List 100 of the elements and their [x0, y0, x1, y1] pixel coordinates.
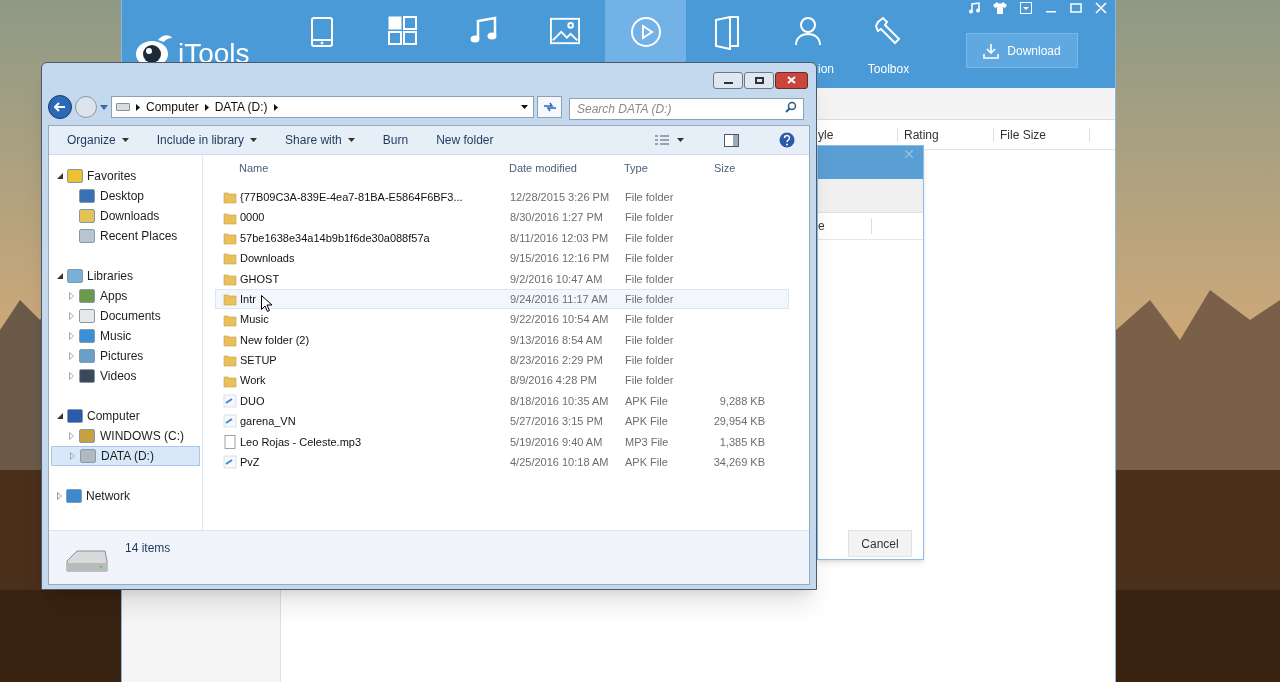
- nav-tab[interactable]: [605, 0, 686, 62]
- tree-item[interactable]: Music: [51, 326, 200, 346]
- date-modified: 9/2/2016 10:47 AM: [510, 271, 604, 287]
- collapsed-arrow-icon[interactable]: [69, 312, 74, 320]
- breadcrumb[interactable]: DATA (D:): [214, 98, 268, 116]
- file-type: APK File: [625, 414, 669, 430]
- column-header[interactable]: e: [818, 218, 872, 234]
- file-row[interactable]: Music 9/22/2016 10:54 AM File folder: [215, 309, 789, 330]
- person-icon: [792, 16, 823, 46]
- tree-item[interactable]: Network: [49, 486, 202, 506]
- column-header[interactable]: Date modified: [509, 160, 624, 177]
- tree-item[interactable]: DATA (D:): [51, 446, 200, 466]
- file-row[interactable]: New folder (2) 9/13/2016 8:54 AM File folder: [215, 329, 789, 351]
- tree-item[interactable]: Documents: [51, 306, 200, 326]
- folder-icon: [223, 271, 237, 286]
- file-row[interactable]: 57be1638e34a14b9b1f6de30a088f57a 8/11/2016 12:03 PM File folder: [215, 227, 789, 249]
- breadcrumb-arrow-icon[interactable]: [136, 103, 140, 111]
- back-button[interactable]: [48, 95, 72, 119]
- maximize-button[interactable]: [744, 71, 774, 89]
- file-name: 0000: [240, 211, 265, 224]
- mouse-cursor-icon: [261, 295, 272, 312]
- refresh-button[interactable]: [537, 96, 562, 118]
- back-arrow-icon: [54, 102, 66, 112]
- file-row[interactable]: {77B09C3A-839E-4ea7-81BA-E5864F6BF3... 12/28/2015 3:26 PM File folder: [215, 187, 789, 208]
- shirt-icon[interactable]: [993, 2, 1007, 14]
- file-row[interactable]: garena_VN 5/27/2016 3:15 PM APK File 29,954 KB: [215, 411, 789, 432]
- column-header[interactable]: Size: [714, 160, 736, 177]
- dropdown-box-icon[interactable]: [1020, 2, 1032, 14]
- apk-file-icon: [223, 394, 237, 409]
- breadcrumb-arrow-icon[interactable]: [273, 103, 278, 111]
- tree-item[interactable]: Libraries: [49, 266, 202, 286]
- expanded-arrow-icon[interactable]: [57, 413, 63, 419]
- file-row[interactable]: GHOST 9/2/2016 10:47 AM File folder: [215, 268, 789, 289]
- file-type: File folder: [625, 353, 675, 369]
- caret-icon: [250, 138, 258, 142]
- close-button[interactable]: [775, 71, 808, 89]
- file-name: Leo Rojas - Celeste.mp3: [240, 435, 362, 448]
- file-type: File folder: [625, 291, 675, 307]
- collapsed-arrow-icon[interactable]: [69, 352, 74, 360]
- tree-item[interactable]: Pictures: [51, 346, 200, 366]
- toolbar-button[interactable]: New folder: [436, 131, 494, 149]
- folder-icon: [223, 292, 237, 307]
- breadcrumb-arrow-icon[interactable]: [204, 103, 209, 111]
- maximize-icon[interactable]: [1070, 2, 1082, 14]
- breadcrumb[interactable]: Computer: [146, 98, 199, 116]
- file-row[interactable]: 0000 8/30/2016 1:27 PM File folder: [215, 207, 789, 228]
- search-field[interactable]: Search DATA (D:): [569, 98, 804, 120]
- play-icon: [629, 16, 662, 48]
- toolbar-button[interactable]: Organize: [67, 131, 129, 149]
- expanded-arrow-icon[interactable]: [57, 173, 63, 179]
- tree-item[interactable]: Recent Places: [51, 226, 200, 246]
- close-icon[interactable]: [905, 150, 913, 158]
- help-icon[interactable]: [779, 132, 795, 148]
- tree-item[interactable]: Apps: [51, 286, 200, 306]
- column-header[interactable]: Type: [624, 160, 714, 177]
- file-row[interactable]: Intr 9/24/2016 11:17 AM File folder: [215, 288, 789, 310]
- preview-pane-icon[interactable]: [724, 133, 739, 147]
- apk-file-icon: [223, 414, 237, 429]
- collapsed-arrow-icon[interactable]: [70, 452, 75, 460]
- item-count: 14 items: [125, 540, 171, 557]
- toolbar-button[interactable]: Burn: [382, 131, 409, 149]
- file-name: Work: [240, 374, 266, 387]
- file-name: {77B09C3A-839E-4ea7-81BA-E5864F6BF3...: [240, 190, 463, 203]
- file-row[interactable]: SETUP 8/23/2016 2:29 PM File folder: [215, 350, 789, 371]
- file-name: GHOST: [240, 272, 280, 285]
- collapsed-arrow-icon[interactable]: [69, 332, 74, 340]
- file-name: Downloads: [240, 252, 295, 265]
- collapsed-arrow-icon[interactable]: [69, 292, 74, 300]
- collapsed-arrow-icon[interactable]: [69, 432, 74, 440]
- collapsed-arrow-icon[interactable]: [69, 372, 74, 380]
- cancel-button[interactable]: Cancel: [848, 530, 912, 557]
- address-bar[interactable]: Computer DATA (D:): [111, 96, 534, 118]
- tree-item[interactable]: Computer: [49, 406, 202, 426]
- date-modified: 4/25/2016 10:18 AM: [510, 455, 610, 470]
- file-row[interactable]: Work 8/9/2016 4:28 PM File folder: [215, 370, 789, 391]
- file-type: File folder: [625, 210, 675, 226]
- file-row[interactable]: Downloads 9/15/2016 12:16 PM File folder: [215, 248, 789, 269]
- tree-item[interactable]: Videos: [51, 366, 200, 386]
- toolbar-button[interactable]: Include in library: [156, 131, 258, 149]
- dropdown-caret-icon[interactable]: [521, 105, 528, 109]
- tree-item[interactable]: WINDOWS (C:): [51, 426, 200, 446]
- file-row[interactable]: Leo Rojas - Celeste.mp3 5/19/2016 9:40 AM MP3 File 1,385 KB: [215, 431, 789, 453]
- file-size: 9,288 KB: [718, 393, 765, 409]
- column-header[interactable]: yle: [818, 128, 898, 142]
- book-icon: [713, 16, 740, 50]
- date-modified: 9/22/2016 10:54 AM: [510, 312, 610, 328]
- collapsed-arrow-icon[interactable]: [57, 492, 62, 500]
- minimize-button[interactable]: [713, 71, 743, 89]
- toolbar-button[interactable]: Share with: [285, 131, 355, 149]
- view-options-button[interactable]: [655, 135, 684, 145]
- column-header[interactable]: Name: [239, 160, 509, 177]
- column-header[interactable]: File Size: [994, 128, 1090, 142]
- tree-item[interactable]: Desktop: [51, 186, 200, 206]
- column-header[interactable]: Rating: [898, 128, 994, 142]
- expanded-arrow-icon[interactable]: [57, 273, 63, 279]
- file-name: DUO: [240, 394, 265, 407]
- file-row[interactable]: PvZ 4/25/2016 10:18 AM APK File 34,269 KB: [215, 452, 789, 473]
- tree-item[interactable]: Favorites: [49, 166, 202, 186]
- tree-item[interactable]: Downloads: [51, 206, 200, 226]
- file-row[interactable]: DUO 8/18/2016 10:35 AM APK File 9,288 KB: [215, 390, 789, 412]
